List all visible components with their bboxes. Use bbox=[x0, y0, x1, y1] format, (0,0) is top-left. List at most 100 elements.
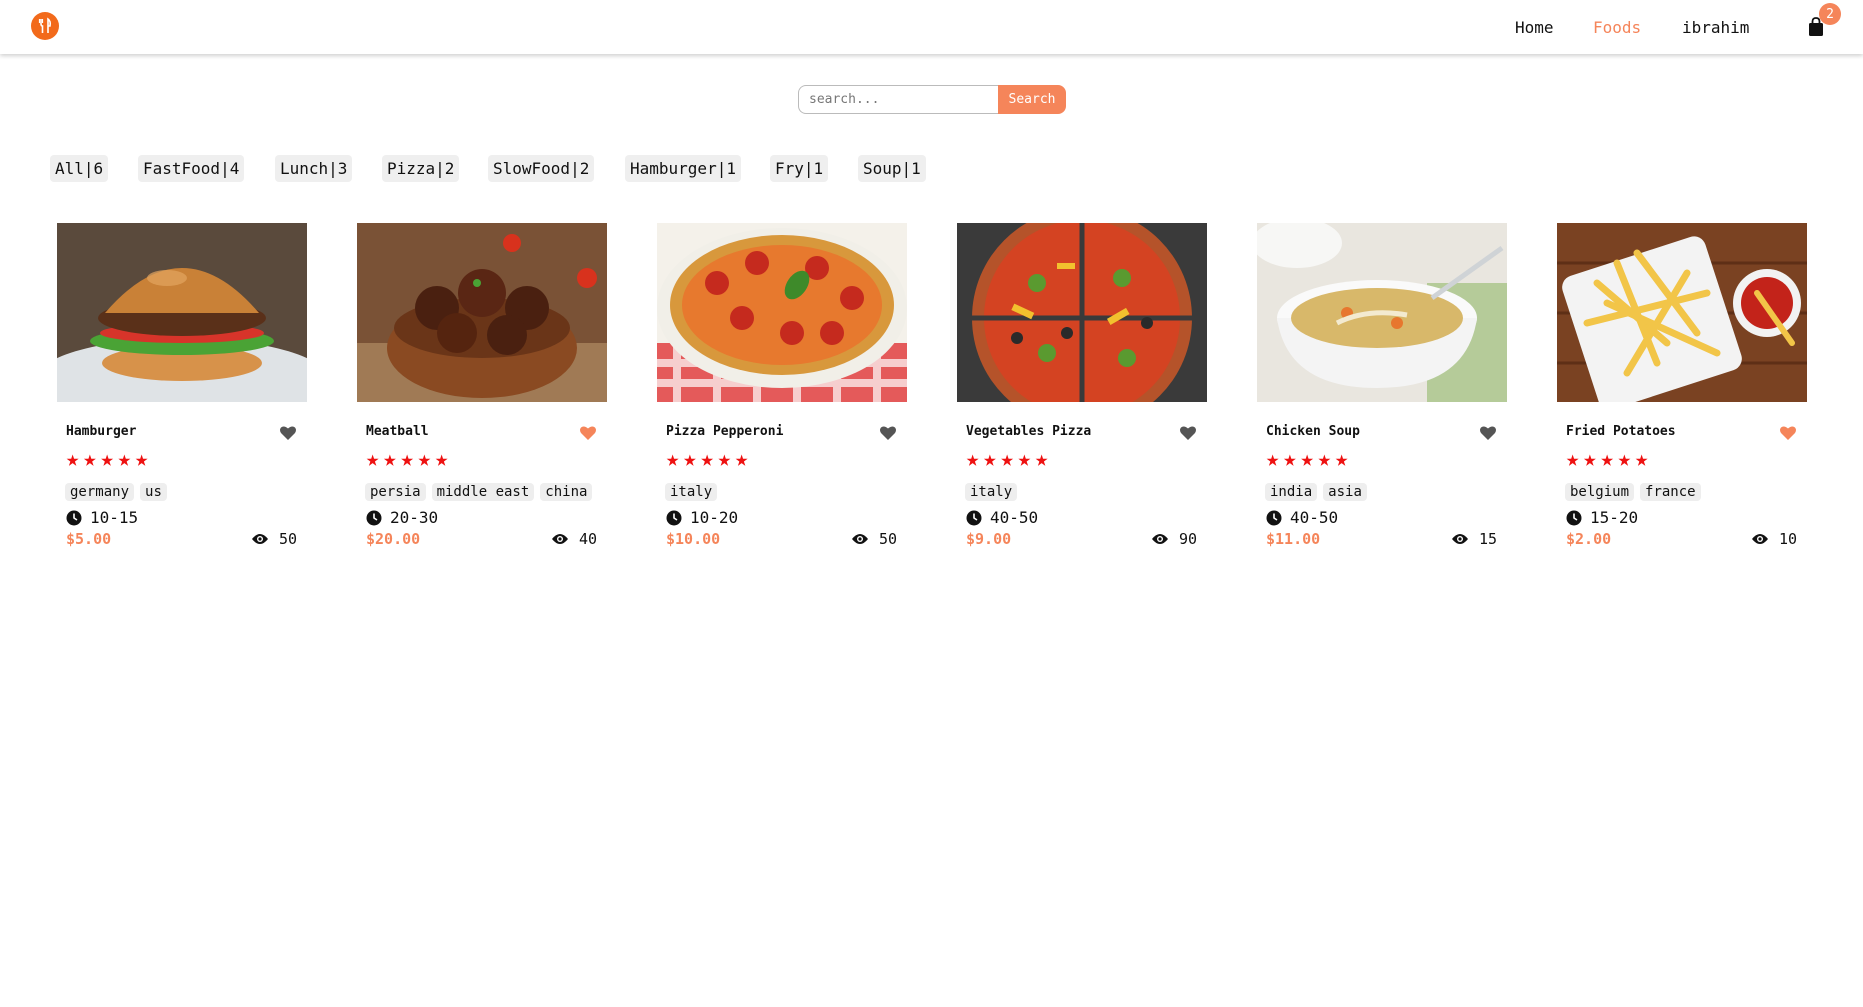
cook-time-value: 15-20 bbox=[1590, 508, 1639, 527]
star-icon: ★ bbox=[135, 447, 149, 472]
food-name: Fried Potatoes bbox=[1566, 424, 1676, 439]
star-icon: ★ bbox=[383, 447, 397, 472]
origin-tags: belgium france bbox=[1565, 483, 1701, 501]
tag-soup[interactable]: Soup|1 bbox=[858, 155, 926, 182]
star-icon: ★ bbox=[117, 447, 131, 472]
cook-time-value: 20-30 bbox=[390, 508, 439, 527]
food-card-fried-potatoes[interactable]: Fried Potatoes ★ ★ ★ ★ ★ belgium france 15-2… bbox=[1557, 223, 1807, 553]
nav-foods-link[interactable]: Foods bbox=[1593, 18, 1641, 38]
heart-icon[interactable] bbox=[1779, 425, 1797, 441]
food-price: $20.00 bbox=[366, 530, 421, 548]
star-icon: ★ bbox=[683, 447, 697, 472]
tag-pizza[interactable]: Pizza|2 bbox=[382, 155, 460, 182]
food-image[interactable] bbox=[357, 223, 607, 402]
food-image[interactable] bbox=[1257, 223, 1507, 402]
star-icon: ★ bbox=[83, 447, 97, 472]
search-button[interactable]: Search bbox=[998, 85, 1066, 114]
heart-icon[interactable] bbox=[879, 425, 897, 441]
clock-icon bbox=[366, 510, 382, 525]
star-icon: ★ bbox=[1566, 447, 1580, 472]
food-image[interactable] bbox=[57, 223, 307, 402]
star-icon: ★ bbox=[1635, 447, 1649, 472]
cook-time: 40-50 bbox=[966, 508, 1038, 527]
star-icon: ★ bbox=[1266, 447, 1280, 472]
star-icon: ★ bbox=[1300, 447, 1314, 472]
food-price: $2.00 bbox=[1566, 530, 1612, 548]
star-rating: ★ ★ ★ ★ ★ bbox=[366, 449, 448, 471]
heart-icon[interactable] bbox=[1179, 425, 1197, 441]
tag-fastfood[interactable]: FastFood|4 bbox=[138, 155, 245, 182]
star-icon: ★ bbox=[666, 447, 680, 472]
star-icon: ★ bbox=[1000, 447, 1014, 472]
cook-time: 15-20 bbox=[1566, 508, 1638, 527]
food-card-pizza-pepperoni[interactable]: Pizza Pepperoni ★ ★ ★ ★ ★ italy 10-20 $10.00… bbox=[657, 223, 907, 553]
view-count: 10 bbox=[1751, 530, 1797, 548]
cook-time: 10-15 bbox=[66, 508, 138, 527]
food-name: Meatball bbox=[366, 424, 429, 439]
clock-icon bbox=[66, 510, 82, 525]
origin-tag: middle east bbox=[431, 483, 535, 501]
star-icon: ★ bbox=[717, 447, 731, 472]
origin-tag: germany bbox=[65, 483, 135, 501]
search-input[interactable] bbox=[798, 85, 998, 114]
eye-icon bbox=[551, 534, 568, 544]
star-rating: ★ ★ ★ ★ ★ bbox=[966, 449, 1048, 471]
view-count-value: 50 bbox=[878, 530, 897, 548]
food-price: $9.00 bbox=[966, 530, 1012, 548]
view-count-value: 10 bbox=[1778, 530, 1797, 548]
star-icon: ★ bbox=[735, 447, 749, 472]
food-price: $5.00 bbox=[66, 530, 112, 548]
nav-user-link[interactable]: ibrahim bbox=[1682, 18, 1749, 38]
star-icon: ★ bbox=[1317, 447, 1331, 472]
origin-tags: india asia bbox=[1265, 483, 1367, 501]
origin-tags: italy bbox=[665, 483, 718, 501]
view-count: 40 bbox=[551, 530, 597, 548]
fork-knife-icon[interactable] bbox=[31, 12, 59, 40]
cook-time: 20-30 bbox=[366, 508, 438, 527]
star-icon: ★ bbox=[435, 447, 449, 472]
view-count-value: 15 bbox=[1478, 530, 1497, 548]
view-count-value: 90 bbox=[1178, 530, 1197, 548]
eye-icon bbox=[1751, 534, 1768, 544]
star-icon: ★ bbox=[1617, 447, 1631, 472]
origin-tag: china bbox=[540, 483, 593, 501]
food-name: Hamburger bbox=[66, 424, 137, 439]
food-image[interactable] bbox=[957, 223, 1207, 402]
food-card-hamburger[interactable]: Hamburger ★ ★ ★ ★ ★ germany us 10-15 $5.00 5… bbox=[57, 223, 307, 553]
tag-all[interactable]: All|6 bbox=[50, 155, 109, 182]
origin-tag: italy bbox=[965, 483, 1018, 501]
tag-fry[interactable]: Fry|1 bbox=[770, 155, 829, 182]
clock-icon bbox=[1566, 510, 1582, 525]
tag-lunch[interactable]: Lunch|3 bbox=[275, 155, 353, 182]
eye-icon bbox=[1451, 534, 1468, 544]
food-card-vegetables-pizza[interactable]: Vegetables Pizza ★ ★ ★ ★ ★ italy 40-50 $9.00… bbox=[957, 223, 1207, 553]
eye-icon bbox=[1151, 534, 1168, 544]
star-rating: ★ ★ ★ ★ ★ bbox=[666, 449, 748, 471]
eye-icon bbox=[851, 534, 868, 544]
star-icon: ★ bbox=[417, 447, 431, 472]
tag-slowfood[interactable]: SlowFood|2 bbox=[488, 155, 595, 182]
food-card-meatball[interactable]: Meatball ★ ★ ★ ★ ★ persia middle east china … bbox=[357, 223, 607, 553]
star-icon: ★ bbox=[1017, 447, 1031, 472]
view-count: 50 bbox=[851, 530, 897, 548]
origin-tags: persia middle east china bbox=[365, 483, 593, 501]
food-name: Pizza Pepperoni bbox=[666, 424, 784, 439]
star-icon: ★ bbox=[1283, 447, 1297, 472]
star-icon: ★ bbox=[400, 447, 414, 472]
heart-icon[interactable] bbox=[1479, 425, 1497, 441]
heart-icon[interactable] bbox=[579, 425, 597, 441]
food-image[interactable] bbox=[1557, 223, 1807, 402]
star-icon: ★ bbox=[100, 447, 114, 472]
cart-count-badge: 2 bbox=[1819, 3, 1841, 25]
clock-icon bbox=[666, 510, 682, 525]
origin-tag: belgium bbox=[1565, 483, 1635, 501]
food-card-chicken-soup[interactable]: Chicken Soup ★ ★ ★ ★ ★ india asia 40-50 $11.… bbox=[1257, 223, 1507, 553]
origin-tags: germany us bbox=[65, 483, 167, 501]
food-image[interactable] bbox=[657, 223, 907, 402]
heart-icon[interactable] bbox=[279, 425, 297, 441]
eye-icon bbox=[251, 534, 268, 544]
origin-tag: india bbox=[1265, 483, 1318, 501]
nav-home-link[interactable]: Home bbox=[1515, 18, 1554, 38]
clock-icon bbox=[966, 510, 982, 525]
tag-hamburger[interactable]: Hamburger|1 bbox=[625, 155, 741, 182]
